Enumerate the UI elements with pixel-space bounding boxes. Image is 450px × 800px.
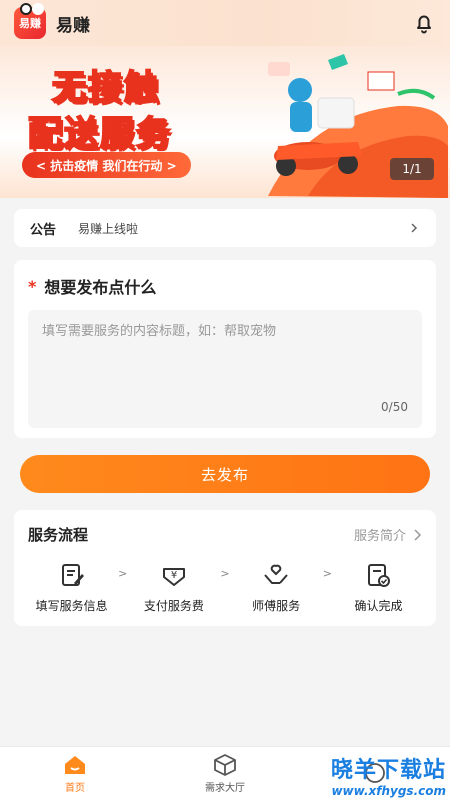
banner-slogan: < 抗击疫情 我们在行动 >	[22, 152, 191, 178]
process-steps: 填写服务信息 > ¥ 支付服务费 > 师傅服务 > 确认完成	[28, 561, 422, 614]
logo-text: 易赚	[19, 17, 41, 30]
payment-icon: ¥	[162, 568, 185, 586]
step-label: 填写服务信息	[35, 599, 108, 613]
banner-page-counter: 1/1	[390, 158, 434, 180]
bell-icon[interactable]	[412, 11, 436, 35]
process-title: 服务流程	[28, 526, 89, 544]
post-heading-text: 想要发布点什么	[44, 278, 157, 297]
tab-label: 需求大厅	[205, 783, 245, 794]
step-label: 支付服务费	[143, 599, 204, 613]
app-title: 易赚	[56, 15, 90, 36]
service-intro-label: 服务简介	[353, 529, 406, 544]
banner-title-line2: 配送服务	[27, 113, 172, 155]
process-header: 服务流程 服务简介	[28, 524, 422, 545]
edit-form-icon	[61, 564, 84, 586]
post-title-input[interactable]: 填写需要服务的内容标题，如：帮取宠物 0/50	[28, 310, 422, 428]
app-logo: 易赚	[14, 3, 46, 39]
announcement-bar[interactable]: 公告 易赚上线啦	[14, 209, 436, 247]
box-icon	[214, 754, 236, 776]
publish-button[interactable]: 去发布	[20, 455, 430, 493]
post-title-placeholder: 填写需要服务的内容标题，如：帮取宠物	[42, 324, 277, 339]
post-heading: * 想要发布点什么	[28, 274, 422, 298]
app-header: 易赚 易赚	[0, 0, 450, 46]
tab-home[interactable]: 首页	[0, 747, 150, 800]
home-icon	[65, 756, 85, 774]
service-process-card: 服务流程 服务简介 填写服务信息 > ¥ 支付服务费 > 师傅服务 > 确认完成	[14, 510, 436, 626]
watermark-main: 晓羊下载站	[330, 758, 446, 783]
post-form-card: * 想要发布点什么 填写需要服务的内容标题，如：帮取宠物 0/50	[14, 260, 436, 438]
service-intro-link[interactable]: 服务简介	[354, 525, 422, 544]
announcement-text: 易赚上线啦	[78, 221, 139, 236]
tab-label: 首页	[65, 783, 85, 794]
step-separator: >	[322, 567, 332, 580]
char-counter: 0/50	[381, 400, 408, 414]
step-fill-info: 填写服务信息	[28, 561, 115, 614]
chevron-right-icon	[414, 528, 422, 541]
tab-demand-hall[interactable]: 需求大厅	[150, 747, 300, 800]
confirm-check-icon	[368, 564, 391, 587]
step-confirm-complete: 确认完成	[335, 561, 422, 614]
step-separator: >	[220, 567, 230, 580]
svg-text:¥: ¥	[171, 570, 177, 581]
chevron-right-icon	[411, 223, 418, 233]
watermark-url: www.xfhygs.com	[331, 784, 446, 798]
step-master-service: 师傅服务	[233, 561, 320, 614]
step-pay-fee: ¥ 支付服务费	[130, 561, 217, 614]
banner-title-line1: 无接触	[51, 67, 160, 109]
step-separator: >	[118, 567, 128, 580]
step-label: 确认完成	[354, 599, 403, 613]
announcement-label: 公告	[30, 222, 57, 238]
required-mark: *	[28, 276, 37, 296]
promo-banner[interactable]: 无接触 配送服务 < 抗击疫情 我们在行动 > 1/1	[0, 46, 450, 198]
service-hands-icon	[264, 564, 288, 584]
step-label: 师傅服务	[252, 599, 301, 613]
site-watermark: 晓羊下载站 www.xfhygs.com	[331, 752, 446, 798]
